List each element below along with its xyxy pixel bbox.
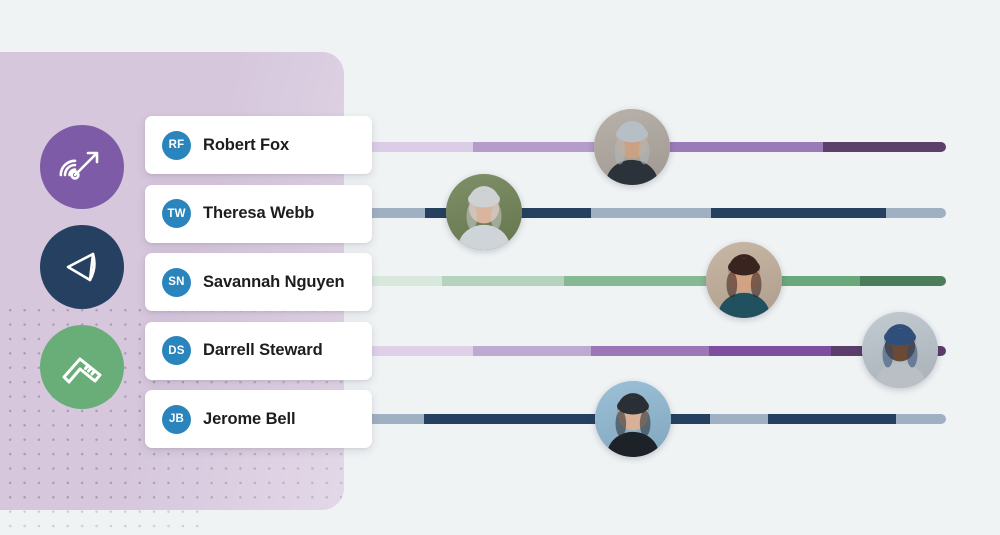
progress-segment — [860, 276, 946, 286]
member-name: Jerome Bell — [203, 409, 296, 428]
avatar-initials-badge: RF — [162, 130, 191, 160]
avatar-initials-badge: DS — [162, 336, 191, 365]
growth-target-icon — [59, 144, 105, 190]
tool-button-angle-ruler[interactable] — [40, 325, 124, 409]
avatar-initials-badge: TW — [162, 199, 191, 228]
member-card[interactable]: SN Savannah Nguyen — [145, 253, 372, 311]
progress-segment — [591, 208, 711, 218]
progress-segment — [709, 346, 831, 356]
avatar-initials-badge: JB — [162, 404, 191, 434]
progress-bar-4[interactable] — [361, 346, 946, 356]
progress-segment — [361, 346, 473, 356]
progress-segment — [360, 276, 442, 286]
progress-segment — [823, 142, 946, 152]
progress-segment — [363, 142, 473, 152]
tool-button-protractor[interactable] — [40, 225, 124, 309]
progress-segment — [886, 208, 946, 218]
progress-segment — [711, 208, 886, 218]
progress-segment — [424, 414, 604, 424]
member-card[interactable]: DS Darrell Steward — [145, 321, 372, 380]
member-name: Savannah Nguyen — [203, 272, 345, 291]
progress-segment — [896, 414, 946, 424]
member-card[interactable]: JB Jerome Bell — [145, 390, 372, 448]
member-card[interactable]: RF Robert Fox — [145, 116, 372, 174]
timeline-dashboard: RF Robert Fox TW Theresa Webb SN Savanna… — [0, 0, 1000, 535]
photo-robert-fox[interactable] — [594, 109, 670, 185]
progress-segment — [768, 414, 896, 424]
photo-savannah-nguyen[interactable] — [706, 242, 782, 318]
member-name: Darrell Steward — [203, 341, 323, 359]
tool-button-growth-target[interactable] — [40, 125, 124, 209]
progress-segment — [710, 414, 768, 424]
photo-darrell-steward[interactable] — [862, 312, 938, 388]
photo-jerome-bell[interactable] — [595, 381, 671, 457]
member-name: Theresa Webb — [203, 204, 315, 222]
member-name: Robert Fox — [203, 135, 290, 154]
member-card[interactable]: TW Theresa Webb — [145, 184, 372, 243]
avatar-initials-badge: SN — [162, 267, 191, 297]
progress-segment — [473, 346, 591, 356]
progress-segment — [591, 346, 709, 356]
photo-theresa-webb[interactable] — [446, 174, 522, 250]
progress-segment — [442, 276, 564, 286]
angle-ruler-icon — [58, 343, 106, 391]
progress-segment — [564, 276, 716, 286]
progress-bar-3[interactable] — [360, 276, 946, 286]
protractor-icon — [59, 244, 105, 290]
